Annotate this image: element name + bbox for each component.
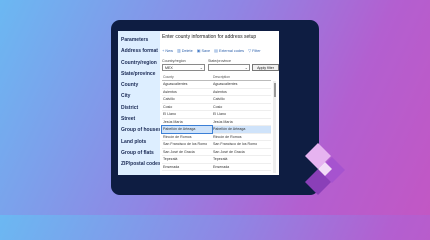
new-label: New bbox=[165, 48, 173, 53]
column-header-county[interactable]: County bbox=[162, 74, 212, 80]
sidebar-item-street[interactable]: Street bbox=[118, 114, 160, 125]
table-row[interactable]: Jesús María Jesús María bbox=[162, 119, 271, 126]
description-cell[interactable]: Rincón de Romos bbox=[212, 134, 271, 141]
table-row[interactable]: Rincón de Romos Rincón de Romos bbox=[162, 134, 271, 141]
country-region-value: MEX bbox=[165, 66, 173, 70]
county-cell[interactable]: Asientos bbox=[162, 89, 212, 96]
table-row[interactable]: Ensenada Ensenada bbox=[162, 164, 271, 171]
filter-label: Filter bbox=[252, 48, 261, 53]
sidebar-item-parameters[interactable]: Parameters bbox=[118, 35, 160, 46]
sidebar-item-country-region[interactable]: Country/region bbox=[118, 58, 160, 69]
county-cell[interactable]: Cosio bbox=[162, 104, 212, 111]
description-cell[interactable]: Calvillo bbox=[212, 96, 271, 103]
table-row[interactable]: San José de Gracia San José de Gracia bbox=[162, 149, 271, 156]
county-cell[interactable]: San Francisco de los Romo bbox=[162, 141, 212, 148]
external-codes-label: External codes bbox=[218, 48, 245, 53]
state-province-label: State/province bbox=[208, 59, 231, 63]
description-cell[interactable]: San Francisco de los Romo bbox=[212, 141, 271, 148]
table-row[interactable]: Cosio Cosio bbox=[162, 104, 271, 111]
description-cell[interactable]: Jesús María bbox=[212, 119, 271, 126]
grid-body: Aguascalientes Aguascalientes Asientos Asie… bbox=[161, 81, 271, 171]
toolbar: + New ▥ Delete ▣ Save ▤ External codes ▽… bbox=[162, 48, 261, 53]
sidebar-item-land-plots[interactable]: Land plots bbox=[118, 137, 160, 148]
new-button[interactable]: + New bbox=[162, 48, 173, 53]
grid-scrollbar[interactable] bbox=[273, 81, 276, 173]
sidebar-item-city[interactable]: City bbox=[118, 91, 160, 102]
description-cell[interactable]: Cosio bbox=[212, 104, 271, 111]
table-row[interactable]: Tepezalá Tepezalá bbox=[162, 156, 271, 164]
column-header-description[interactable]: Description bbox=[212, 74, 271, 80]
delete-label: Delete bbox=[181, 48, 193, 53]
sidebar-item-group-of-flats[interactable]: Group of flats bbox=[118, 148, 160, 159]
save-icon: ▣ bbox=[196, 48, 201, 53]
sidebar-item-group-of-houses[interactable]: Group of houses bbox=[118, 125, 160, 136]
external-codes-icon: ▤ bbox=[214, 48, 218, 53]
description-cell[interactable]: San José de Gracia bbox=[212, 149, 271, 156]
county-cell[interactable]: Jesús María bbox=[162, 119, 212, 126]
table-row[interactable]: Asientos Asientos bbox=[162, 89, 271, 96]
plus-icon: + bbox=[162, 48, 165, 53]
county-cell[interactable]: Calvillo bbox=[162, 96, 212, 103]
chevron-down-icon: ⌄ bbox=[199, 65, 203, 70]
save-label: Save bbox=[201, 48, 211, 53]
external-codes-button[interactable]: ▤ External codes bbox=[214, 48, 244, 53]
delete-button[interactable]: ▥ Delete bbox=[177, 48, 193, 53]
sidebar-item-state-province[interactable]: State/province bbox=[118, 69, 160, 80]
filter-button[interactable]: ▽ Filter bbox=[248, 48, 261, 53]
description-cell[interactable]: El Llano bbox=[212, 111, 271, 118]
county-cell[interactable]: San José de Gracia bbox=[162, 149, 212, 156]
scrollbar-thumb[interactable] bbox=[273, 83, 276, 97]
page-title: Enter county information for address set… bbox=[162, 34, 257, 40]
description-cell[interactable]: Ensenada bbox=[212, 164, 271, 171]
grid-header: County Description bbox=[162, 74, 271, 81]
county-cell[interactable]: El Llano bbox=[162, 111, 212, 118]
county-cell[interactable]: Aguascalientes bbox=[162, 81, 212, 88]
county-cell[interactable]: Pabellón de Arteaga bbox=[161, 125, 213, 134]
county-cell[interactable]: Tepezalá bbox=[162, 156, 212, 163]
country-region-label: Country/region bbox=[162, 59, 186, 63]
sidebar-item-address-format[interactable]: Address format bbox=[118, 46, 160, 57]
sidebar-item-county[interactable]: County bbox=[118, 80, 160, 91]
apply-filter-button[interactable]: Apply filter bbox=[252, 64, 279, 71]
table-row[interactable]: El Llano El Llano bbox=[162, 111, 271, 119]
county-cell[interactable]: Ensenada bbox=[162, 164, 212, 171]
main-content: Enter county information for address set… bbox=[160, 31, 279, 175]
country-region-select[interactable]: MEX ⌄ bbox=[162, 64, 205, 71]
power-apps-logo bbox=[305, 143, 345, 195]
table-row[interactable]: Pabellón de Arteaga Pabellón de Arteaga bbox=[161, 125, 271, 134]
sidebar-item-zip-postal-codes[interactable]: ZIP/postal codes bbox=[118, 159, 160, 170]
sidebar-item-district[interactable]: District bbox=[118, 103, 160, 114]
table-row[interactable]: San Francisco de los Romo San Francisco d… bbox=[162, 141, 271, 149]
description-cell[interactable]: Asientos bbox=[212, 89, 271, 96]
county-grid: County Description Aguascalientes Aguasca… bbox=[161, 74, 271, 171]
description-cell[interactable]: Tepezalá bbox=[212, 156, 271, 163]
description-cell[interactable]: Aguascalientes bbox=[212, 81, 271, 88]
state-province-select[interactable]: ⌄ bbox=[208, 64, 250, 71]
county-cell[interactable]: Rincón de Romos bbox=[162, 134, 212, 141]
table-row[interactable]: Aguascalientes Aguascalientes bbox=[162, 81, 271, 89]
save-button[interactable]: ▣ Save bbox=[197, 48, 210, 53]
description-cell[interactable]: Pabellón de Arteaga bbox=[212, 126, 271, 133]
table-row[interactable]: Calvillo Calvillo bbox=[162, 96, 271, 104]
filter-icon: ▽ bbox=[248, 48, 252, 53]
sidebar: Parameters Address format Country/region… bbox=[118, 31, 160, 175]
delete-icon: ▥ bbox=[176, 48, 181, 53]
app-window: Parameters Address format Country/region… bbox=[118, 31, 279, 175]
chevron-down-icon: ⌄ bbox=[244, 65, 248, 70]
